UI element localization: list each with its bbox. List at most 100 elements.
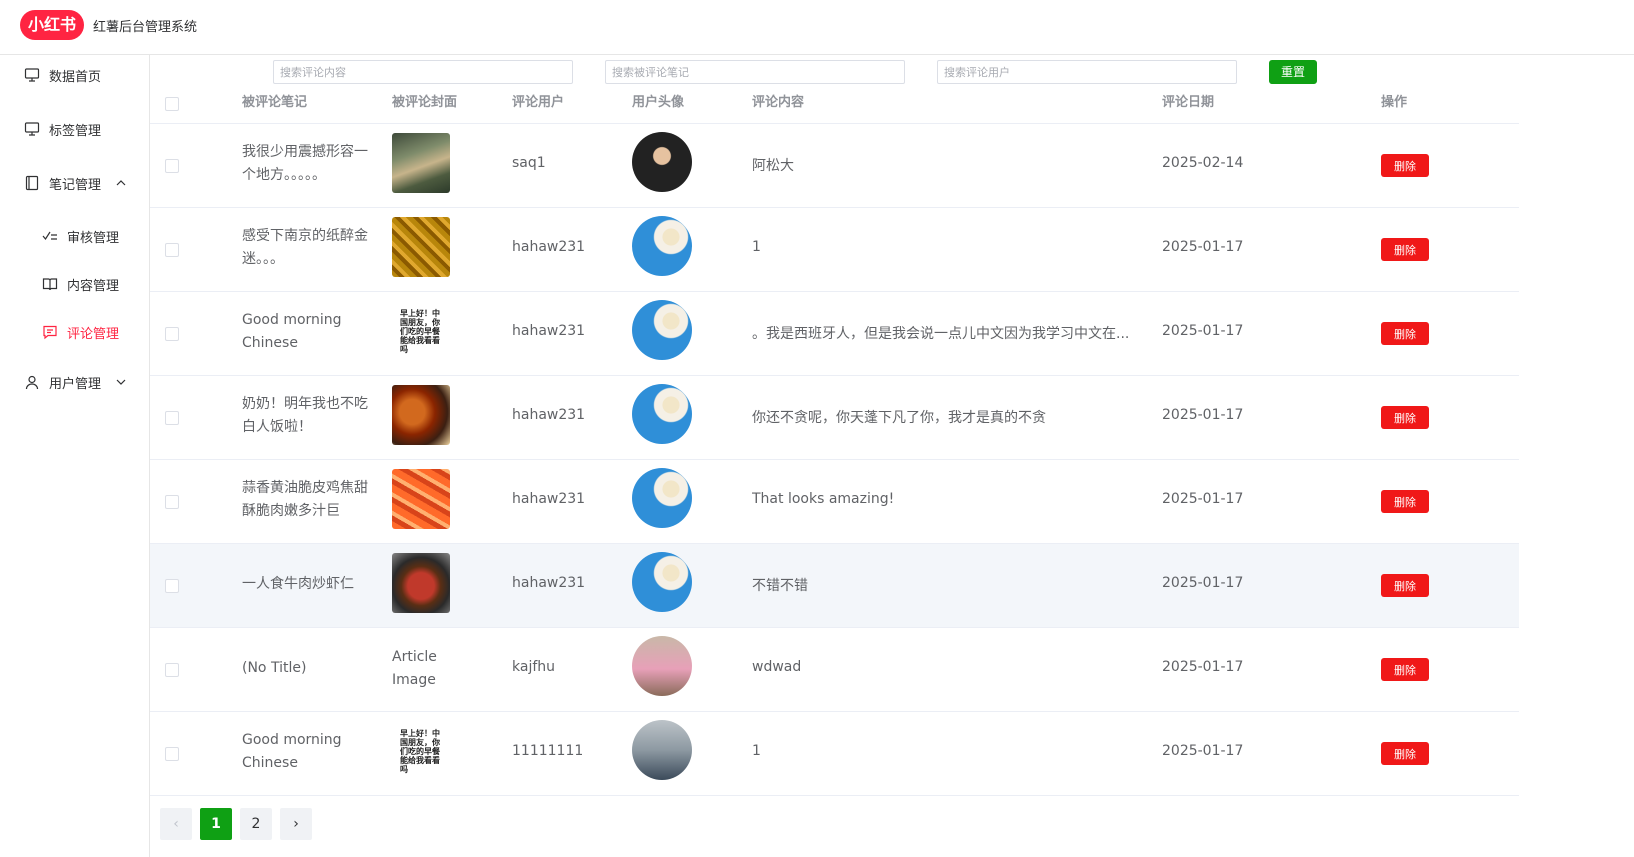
sidebar-item-label: 标签管理	[49, 123, 102, 139]
row-checkbox[interactable]	[165, 579, 179, 593]
comment-content: 你还不贪呢，你天蓬下凡了你，我才是真的不贪	[752, 410, 1046, 426]
search-note-input[interactable]	[605, 60, 905, 84]
comments-table: 被评论笔记 被评论封面 评论用户 用户头像 评论内容 评论日期 操作 我很少用震…	[150, 86, 1519, 796]
sidebar-item-tags[interactable]: 标签管理	[0, 109, 149, 149]
sidebar-item-notes[interactable]: 笔记管理	[0, 163, 149, 203]
sidebar: 数据首页 标签管理 笔记管理 审核管理 内容管理 评论管理 用户管理	[0, 55, 150, 857]
search-user-input[interactable]	[937, 60, 1237, 84]
table-row[interactable]: Good morning Chinese 早上好！中国朋友，你们吃的早餐能给我看…	[150, 712, 1519, 796]
monitor-icon	[24, 68, 40, 82]
select-all-checkbox[interactable]	[165, 97, 179, 111]
note-title: Good morning Chinese	[242, 312, 342, 351]
chevron-up-icon	[116, 180, 126, 186]
column-header-action: 操作	[1381, 95, 1408, 110]
comment-content: That looks amazing!	[752, 491, 895, 507]
comment-user: hahaw231	[512, 575, 586, 591]
comment-date: 2025-02-14	[1162, 155, 1244, 171]
broken-image-alt-text: Article Image	[392, 649, 437, 688]
table-row[interactable]: 奶奶！明年我也不吃白人饭啦！ hahaw231 你还不贪呢，你天蓬下凡了你，我才…	[150, 376, 1519, 460]
comment-user: saq1	[512, 155, 546, 171]
user-avatar	[632, 384, 692, 444]
note-cover-image	[392, 133, 450, 193]
table-row[interactable]: 一人食牛肉炒虾仁 hahaw231 不错不错 2025-01-17 删除	[150, 544, 1519, 628]
user-icon	[25, 375, 39, 390]
delete-button[interactable]: 删除	[1381, 154, 1429, 177]
chevron-down-icon	[116, 379, 126, 385]
comment-user: hahaw231	[512, 239, 586, 255]
reset-button[interactable]: 重置	[1269, 60, 1317, 84]
comment-content: 不错不错	[752, 578, 808, 594]
sidebar-item-label: 笔记管理	[49, 177, 102, 193]
comment-date: 2025-01-17	[1162, 575, 1244, 591]
table-row[interactable]: 感受下南京的纸醉金迷。。。 hahaw231 1 2025-01-17 删除	[150, 208, 1519, 292]
prev-page-button[interactable]: ‹	[160, 808, 192, 840]
table-row[interactable]: 我很少用震撼形容一个地方。。。。。 saq1 阿松大 2025-02-14 删除	[150, 124, 1519, 208]
note-cover-image	[392, 385, 450, 445]
sidebar-item-dashboard[interactable]: 数据首页	[0, 55, 149, 95]
note-cover-image	[392, 217, 450, 277]
delete-button[interactable]: 删除	[1381, 742, 1429, 765]
sidebar-item-label: 数据首页	[49, 69, 102, 85]
comment-date: 2025-01-17	[1162, 407, 1244, 423]
app-title: 红薯后台管理系统	[93, 20, 198, 35]
delete-button[interactable]: 删除	[1381, 658, 1429, 681]
column-header-user: 评论用户	[512, 95, 565, 110]
book-open-icon	[42, 278, 58, 291]
row-checkbox[interactable]	[165, 411, 179, 425]
user-avatar	[632, 132, 692, 192]
note-title: Good morning Chinese	[242, 732, 342, 771]
pagination: ‹ 1 2 ›	[160, 808, 312, 840]
page-button-1[interactable]: 1	[200, 808, 232, 840]
note-cover-image	[392, 553, 450, 613]
comment-date: 2025-01-17	[1162, 323, 1244, 339]
row-checkbox[interactable]	[165, 327, 179, 341]
cover-text: 早上好！中国朋友，你们吃的早餐能给我看看吗	[400, 728, 440, 774]
delete-button[interactable]: 删除	[1381, 238, 1429, 261]
row-checkbox[interactable]	[165, 159, 179, 173]
sidebar-item-review[interactable]: 审核管理	[0, 216, 149, 256]
comment-date: 2025-01-17	[1162, 743, 1244, 759]
comment-user: kajfhu	[512, 659, 556, 675]
column-header-cover: 被评论封面	[392, 95, 458, 110]
user-avatar	[632, 300, 692, 360]
note-cover-image: 早上好！中国朋友，你们吃的早餐能给我看看吗	[392, 721, 450, 781]
sidebar-item-label: 用户管理	[49, 376, 102, 392]
delete-button[interactable]: 删除	[1381, 322, 1429, 345]
note-cover-image	[392, 469, 450, 529]
user-avatar	[632, 720, 692, 780]
delete-button[interactable]: 删除	[1381, 574, 1429, 597]
delete-button[interactable]: 删除	[1381, 406, 1429, 429]
comment-icon	[43, 325, 57, 340]
brand-logo[interactable]: 小红书	[20, 10, 84, 40]
table-row[interactable]: 蒜香黄油脆皮鸡焦甜酥脆肉嫩多汁巨 hahaw231 That looks ama…	[150, 460, 1519, 544]
comment-user: hahaw231	[512, 491, 586, 507]
comment-content: 1	[752, 239, 761, 255]
note-title: 蒜香黄油脆皮鸡焦甜酥脆肉嫩多汁巨	[242, 480, 368, 519]
delete-button[interactable]: 删除	[1381, 490, 1429, 513]
next-page-button[interactable]: ›	[280, 808, 312, 840]
sidebar-item-label: 评论管理	[67, 326, 120, 342]
note-title: 我很少用震撼形容一个地方。。。。。	[242, 144, 368, 183]
row-checkbox[interactable]	[165, 243, 179, 257]
column-header-note: 被评论笔记	[242, 95, 308, 110]
note-title: (No Title)	[242, 660, 307, 676]
sidebar-item-label: 内容管理	[67, 278, 120, 294]
table-header: 被评论笔记 被评论封面 评论用户 用户头像 评论内容 评论日期 操作	[150, 86, 1519, 124]
row-checkbox[interactable]	[165, 663, 179, 677]
user-avatar	[632, 552, 692, 612]
sidebar-item-users[interactable]: 用户管理	[0, 362, 149, 402]
table-row[interactable]: Good morning Chinese 早上好！中国朋友，你们吃的早餐能给我看…	[150, 292, 1519, 376]
sidebar-item-content[interactable]: 内容管理	[0, 264, 149, 304]
row-checkbox[interactable]	[165, 747, 179, 761]
row-checkbox[interactable]	[165, 495, 179, 509]
page-button-2[interactable]: 2	[240, 808, 272, 840]
comment-date: 2025-01-17	[1162, 659, 1244, 675]
check-list-icon	[42, 231, 57, 241]
sidebar-item-comments[interactable]: 评论管理	[0, 312, 149, 352]
note-title: 一人食牛肉炒虾仁	[242, 576, 354, 592]
table-row[interactable]: (No Title) Article Image kajfhu wdwad 20…	[150, 628, 1519, 712]
cover-text: 早上好！中国朋友，你们吃的早餐能给我看看吗	[400, 308, 440, 354]
column-header-content: 评论内容	[752, 95, 805, 110]
comment-user: hahaw231	[512, 407, 586, 423]
search-content-input[interactable]	[273, 60, 573, 84]
